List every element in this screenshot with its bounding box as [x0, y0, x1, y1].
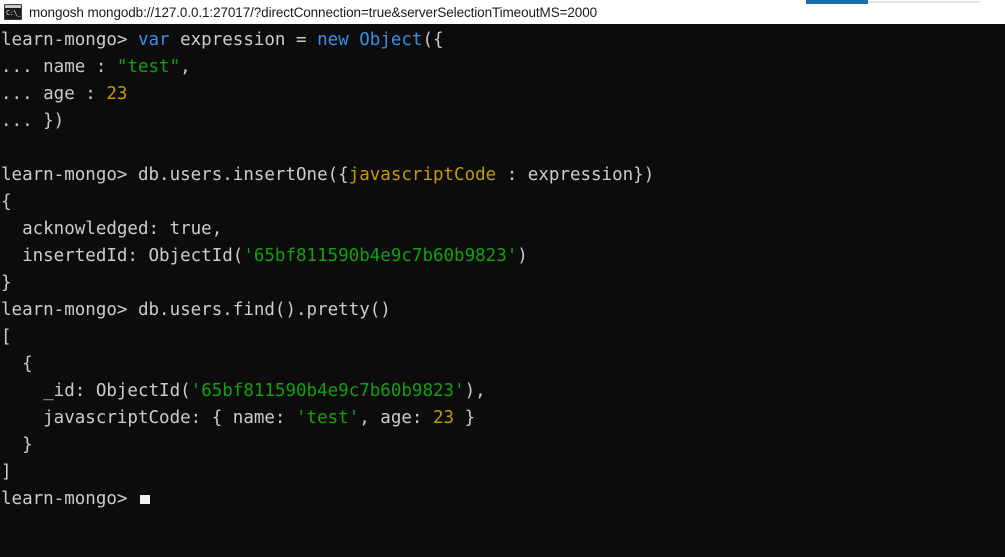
terminal-token-number: 23: [106, 84, 128, 104]
terminal-token-keyword: var: [137, 30, 170, 50]
terminal-token-default: acknowledged:: [1, 219, 170, 239]
terminal-token-default: }: [1, 435, 33, 455]
terminal-line: learn-mongo> db.users.insertOne({javascr…: [1, 162, 1005, 189]
mongosh-terminal-window: C:\_ mongosh mongodb://127.0.0.1:27017/?…: [0, 0, 1005, 557]
terminal-token-default: ): [517, 246, 528, 266]
terminal-line: {: [1, 189, 1005, 216]
terminal-token-default: ]: [1, 462, 12, 482]
terminal-token-default: ... age :: [1, 84, 107, 104]
terminal-token-default: [: [1, 327, 12, 347]
terminal-token-default: }: [1, 273, 12, 293]
terminal-token-default: _id: ObjectId(: [1, 381, 191, 401]
terminal-line: {: [1, 351, 1005, 378]
terminal-token-keyword: Object: [359, 30, 423, 50]
terminal-token-default: ... name :: [1, 57, 117, 77]
terminal-line: acknowledged: true,: [1, 216, 1005, 243]
title-bar[interactable]: C:\_ mongosh mongodb://127.0.0.1:27017/?…: [0, 0, 1005, 26]
terminal-output-area[interactable]: learn-mongo> var expression = new Object…: [0, 26, 1005, 555]
terminal-line: [: [1, 324, 1005, 351]
terminal-token-default: }: [454, 408, 476, 428]
terminal-token-default: : expression}): [496, 165, 655, 185]
terminal-token-default: learn-mongo>: [1, 30, 138, 50]
terminal-token-default: ,: [180, 57, 191, 77]
terminal-line: ]: [1, 459, 1005, 486]
terminal-token-number: 23: [433, 408, 455, 428]
terminal-token-default: ,: [211, 219, 223, 239]
terminal-token-string: 'test': [296, 408, 360, 428]
terminal-line: ... age : 23: [1, 81, 1005, 108]
terminal-cursor: [139, 495, 150, 504]
terminal-token-default: ),: [464, 381, 486, 401]
terminal-token-keyword: new: [317, 30, 349, 50]
window-title: mongosh mongodb://127.0.0.1:27017/?direc…: [29, 4, 598, 20]
terminal-token-default: learn-mongo> db.users.find().pretty(): [1, 300, 391, 320]
terminal-line: ... }): [1, 108, 1005, 135]
terminal-line: learn-mongo> var expression = new Object…: [1, 27, 1005, 54]
terminal-line: }: [1, 432, 1005, 459]
terminal-token-default: ({: [422, 30, 444, 50]
terminal-token-default: learn-mongo> db.users.insertOne({: [1, 165, 349, 185]
window-accent-track: [868, 1, 980, 3]
terminal-token-default: {: [1, 354, 33, 374]
terminal-line: javascriptCode: { name: 'test', age: 23 …: [1, 405, 1005, 432]
terminal-line: }: [1, 270, 1005, 297]
console-cmd-icon: C:\_: [4, 4, 22, 20]
terminal-token-default: ... }): [1, 111, 65, 131]
terminal-token-default: expression =: [169, 30, 318, 50]
window-accent-bar: [806, 0, 868, 4]
icon-prompt-glyph: C:\_: [5, 8, 21, 19]
terminal-token-default: [349, 30, 360, 50]
terminal-token-default: learn-mongo>: [1, 489, 138, 509]
terminal-token-default: {: [1, 192, 12, 212]
terminal-token-field: javascriptCode: [348, 165, 497, 185]
terminal-line: learn-mongo>: [1, 486, 1005, 513]
terminal-token-default: javascriptCode: { name:: [1, 408, 297, 428]
terminal-line: learn-mongo> db.users.find().pretty(): [1, 297, 1005, 324]
terminal-line: _id: ObjectId('65bf811590b4e9c7b60b9823'…: [1, 378, 1005, 405]
terminal-line: ... name : "test",: [1, 54, 1005, 81]
terminal-token-string: '65bf811590b4e9c7b60b9823': [190, 381, 465, 401]
terminal-token-string: "test": [116, 57, 181, 77]
terminal-token-boolean: true: [169, 219, 212, 239]
terminal-token-default: insertedId: ObjectId(: [1, 246, 244, 266]
terminal-token-string: '65bf811590b4e9c7b60b9823': [243, 246, 518, 266]
terminal-line: insertedId: ObjectId('65bf811590b4e9c7b6…: [1, 243, 1005, 270]
terminal-token-default: , age:: [359, 408, 433, 428]
